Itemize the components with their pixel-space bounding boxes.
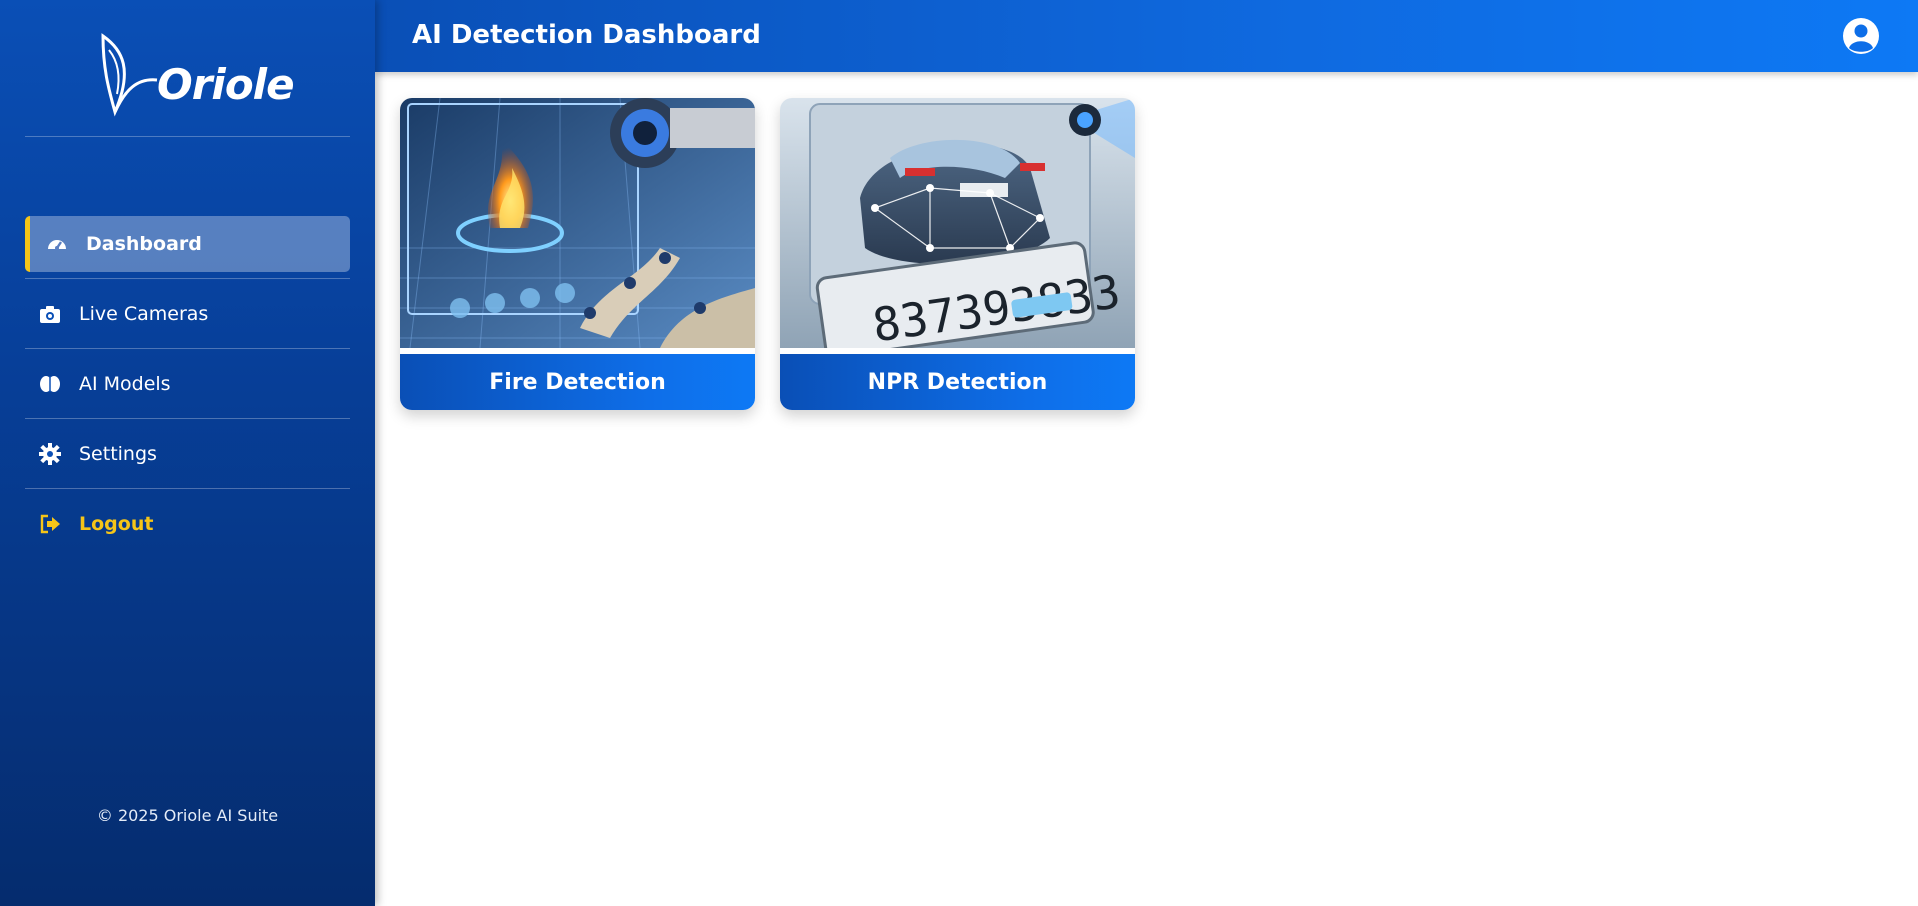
sidebar-item-settings[interactable]: Settings [25,426,350,482]
card-label: Fire Detection [400,354,755,410]
user-circle-icon[interactable] [1842,17,1880,55]
sidebar-item-logout[interactable]: Logout [25,496,350,552]
sidebar-item-ai-models[interactable]: AI Models [25,356,350,412]
gear-icon [39,443,61,465]
gauge-icon [46,233,68,255]
sidebar-item-label: AI Models [79,373,171,395]
divider [25,136,350,137]
fire-detection-illustration [400,98,755,349]
sidebar-item-label: Dashboard [86,233,202,255]
divider [25,418,350,419]
fire-detection-card[interactable]: Fire Detection [400,98,755,410]
brain-icon [39,373,61,395]
bird-logo-icon [101,33,158,117]
camera-icon [39,303,61,325]
copyright-footer: © 2025 Oriole AI Suite [96,806,279,825]
sidebar-item-live-cameras[interactable]: Live Cameras [25,286,350,342]
sidebar-item-label: Logout [79,513,154,535]
brand-name: Oriole [157,60,295,109]
sidebar-item-label: Settings [79,443,157,465]
divider [25,278,350,279]
npr-detection-illustration: 837393833 [780,98,1135,359]
sign-out-icon [39,513,61,535]
page-title: AI Detection Dashboard [412,20,761,50]
divider [25,348,350,349]
divider [25,488,350,489]
sidebar-item-dashboard[interactable]: Dashboard [25,216,350,272]
npr-detection-card[interactable]: 837393833 NPR Detection [780,98,1135,410]
oriole-logo[interactable]: Oriole [95,30,295,120]
sidebar-item-label: Live Cameras [79,303,209,325]
top-header: AI Detection Dashboard [375,0,1918,72]
card-label: NPR Detection [780,354,1135,410]
sidebar: Oriole Dashboard Live Cameras AI Models … [0,0,375,906]
